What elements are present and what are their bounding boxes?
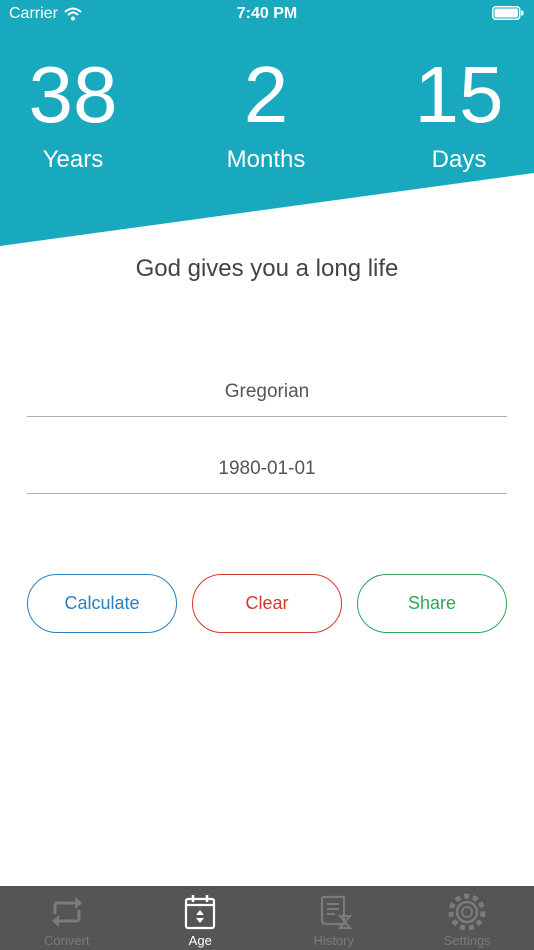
days-label: Days [431,146,487,173]
tab-convert[interactable]: Convert [0,886,134,950]
tab-settings-label: Settings [443,933,491,948]
years-value: 38 [28,50,118,139]
calculate-button[interactable]: Calculate [27,574,177,633]
convert-arrows-icon [51,897,82,927]
status-bar: Carrier 7:40 PM [0,0,534,28]
calendar-type-field[interactable]: Gregorian [27,367,507,417]
tab-convert-label: Convert [43,933,90,948]
tab-age[interactable]: Age [134,886,268,950]
tab-settings[interactable]: Settings [401,886,534,950]
days-value: 15 [414,50,504,139]
birth-date-field[interactable]: 1980-01-01 [27,444,507,494]
tab-bar: Convert Age History Settings [0,886,534,950]
days-counter: 15 Days [369,50,534,175]
years-counter: 38 Years [0,50,163,175]
years-label: Years [42,146,104,173]
battery-icon [492,6,524,20]
months-counter: 2 Months [176,50,356,175]
months-label: Months [226,146,306,173]
greeting-text: God gives you a long life [135,255,399,282]
status-time: 7:40 PM [236,5,298,22]
gear-icon [448,893,486,931]
months-value: 2 [243,50,289,139]
calendar-icon [185,895,216,930]
tab-history[interactable]: History [267,886,401,950]
tab-history-label: History [313,933,354,948]
share-button[interactable]: Share [357,574,507,633]
history-scroll-icon [320,895,352,929]
tab-age-label: Age [188,933,212,948]
clear-button[interactable]: Clear [192,574,342,633]
